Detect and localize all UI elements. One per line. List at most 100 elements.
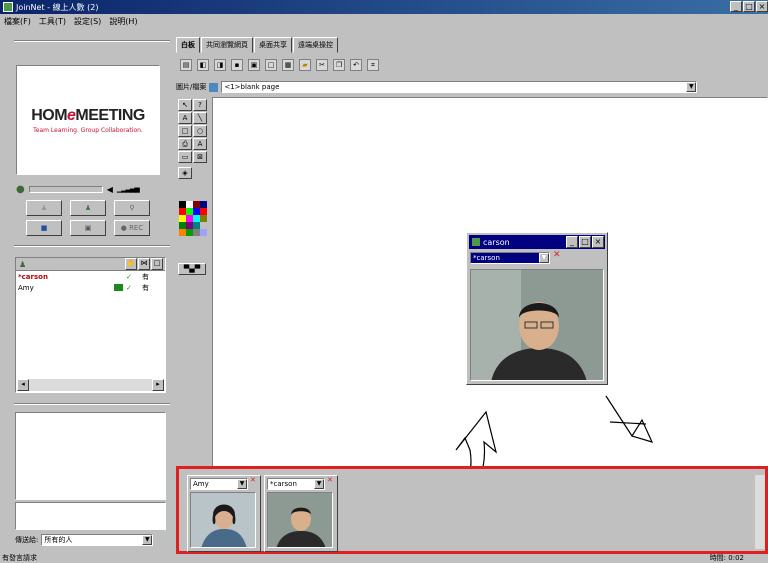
blank-page-icon[interactable]: □ (265, 59, 277, 71)
color-swatch[interactable] (179, 208, 186, 215)
scroll-left-icon[interactable]: ◂ (17, 379, 29, 391)
close-video-icon[interactable]: ✕ (250, 476, 256, 484)
color-swatch[interactable] (186, 215, 193, 222)
user-control-button[interactable]: ♟ (26, 200, 62, 216)
close-video-icon[interactable]: ✕ (553, 250, 561, 260)
eraser-tool-icon[interactable]: ▭ (178, 151, 192, 163)
activity-meter-icon (114, 284, 123, 291)
user-list-scrollbar[interactable]: ◂ ▸ (17, 379, 164, 391)
menu-file[interactable]: 檔案(F) (4, 16, 31, 27)
color-swatch[interactable] (186, 201, 193, 208)
import-icon[interactable]: ▣ (248, 59, 260, 71)
chevron-down-icon[interactable]: ▼ (237, 479, 247, 489)
color-swatch[interactable] (193, 201, 200, 208)
color-swatch[interactable] (193, 229, 200, 236)
color-swatch[interactable] (193, 208, 200, 215)
color-swatch[interactable] (200, 215, 207, 222)
chevron-down-icon[interactable]: ▼ (539, 253, 549, 263)
close-button[interactable]: × (756, 1, 768, 12)
mic-volume-slider[interactable] (28, 185, 103, 193)
save-icon[interactable]: ▪ (231, 59, 243, 71)
color-swatch[interactable] (200, 229, 207, 236)
menu-settings[interactable]: 設定(S) (74, 16, 101, 27)
status-message: 有發言請求 (2, 553, 37, 562)
user-column-icon: ♟ (19, 259, 27, 269)
new-page-icon[interactable]: ▤ (180, 59, 192, 71)
left-panel-divider (14, 403, 170, 405)
send-to-row: 傳送給: 所有的人 ▼ (15, 534, 166, 546)
fill-tool-icon[interactable]: ◈ (178, 167, 192, 179)
camera-button[interactable]: ▣ (70, 220, 106, 236)
text-tool-icon[interactable]: A (178, 112, 192, 124)
highlight-tool-icon[interactable]: A (193, 138, 207, 150)
record-button[interactable]: ● REC (114, 220, 150, 236)
color-swatch[interactable] (179, 222, 186, 229)
menu-help[interactable]: 說明(H) (109, 16, 137, 27)
color-swatch[interactable] (186, 208, 193, 215)
next-page-icon[interactable]: ◨ (214, 59, 226, 71)
tab-remote-control[interactable]: 遠端桌操控 (293, 37, 338, 53)
minimize-button[interactable]: _ (566, 236, 578, 248)
ellipse-tool-icon[interactable]: ○ (193, 125, 207, 137)
video-thumbnail[interactable]: Amy ▼ ✕ (187, 475, 261, 552)
search-user-button[interactable]: ⚲ (114, 200, 150, 216)
page-select[interactable]: <1>blank page ▼ (221, 81, 698, 93)
tab-desktop-share[interactable]: 桌面共享 (254, 37, 292, 53)
user-row[interactable]: *carson ✓ 有 (16, 271, 165, 282)
logo-tagline: Team Learning. Group Collaboration. (33, 126, 143, 134)
undo-icon[interactable]: ↶ (350, 59, 362, 71)
help-icon[interactable]: ? (193, 99, 207, 111)
close-button[interactable]: × (592, 236, 604, 248)
select-area-icon[interactable]: ⊠ (193, 151, 207, 163)
chevron-down-icon[interactable]: ▼ (142, 535, 153, 545)
share-button[interactable]: ■ (26, 220, 62, 236)
chevron-down-icon[interactable]: ▼ (314, 479, 324, 489)
send-to-select[interactable]: 所有的人 ▼ (41, 534, 154, 546)
rectangle-tool-icon[interactable]: □ (178, 125, 192, 137)
menu-tools[interactable]: 工具(T) (39, 16, 66, 27)
video-window[interactable]: carson _ □ × *carson ▼ ✕ (466, 232, 608, 385)
logo-brand: HOMeMEETING (31, 106, 145, 124)
thumbnail-user-select[interactable]: *carson ▼ (267, 478, 325, 490)
pointer-icon[interactable]: ↖ (178, 99, 192, 111)
color-swatch[interactable] (193, 222, 200, 229)
video-user-select[interactable]: *carson ▼ (470, 252, 550, 264)
chat-history[interactable] (15, 412, 166, 500)
color-swatch[interactable] (179, 215, 186, 222)
cut-icon[interactable]: ✂ (316, 59, 328, 71)
maximize-button[interactable]: □ (579, 236, 591, 248)
maximize-button[interactable]: □ (743, 1, 755, 12)
color-swatch[interactable] (179, 201, 186, 208)
status-bar: 有發言請求 時間: 0:02 (0, 553, 768, 562)
color-swatch[interactable] (200, 201, 207, 208)
chevron-down-icon[interactable]: ▼ (686, 82, 697, 92)
grid-icon[interactable]: ⌗ (367, 59, 379, 71)
color-swatch[interactable] (186, 229, 193, 236)
scroll-right-icon[interactable]: ▸ (152, 379, 164, 391)
video-window-titlebar[interactable]: carson _ □ × (469, 235, 605, 249)
speaker-control-button[interactable]: ♟ (70, 200, 106, 216)
stamp-tool-icon[interactable]: ⎙ (178, 138, 192, 150)
color-swatch[interactable] (200, 222, 207, 229)
minimize-button[interactable]: _ (730, 1, 742, 12)
chat-input[interactable] (15, 502, 166, 530)
line-tool-icon[interactable]: ╲ (193, 112, 207, 124)
user-row[interactable]: Amy ✓ 有 (16, 282, 165, 293)
folder-icon[interactable]: ▰ (299, 59, 311, 71)
tab-cobrowse[interactable]: 共同瀏覽網頁 (201, 37, 253, 53)
video-thumbnail[interactable]: *carson ▼ ✕ (264, 475, 338, 552)
dock-scrollbar[interactable] (755, 475, 765, 549)
color-swatch[interactable] (186, 222, 193, 229)
copy-icon[interactable]: ❐ (333, 59, 345, 71)
prev-page-icon[interactable]: ◧ (197, 59, 209, 71)
thumbnail-user-select[interactable]: Amy ▼ (190, 478, 248, 490)
slides-icon[interactable]: ▦ (282, 59, 294, 71)
line-width-icon[interactable]: ▀▄▀ (178, 263, 206, 275)
close-video-icon[interactable]: ✕ (327, 476, 333, 484)
color-swatch[interactable] (193, 215, 200, 222)
share-icon: ■ (40, 224, 48, 232)
color-swatch[interactable] (200, 208, 207, 215)
window-title: JoinNet - 線上人數 (2) (16, 2, 99, 12)
color-swatch[interactable] (179, 229, 186, 236)
tab-whiteboard[interactable]: 白板 (176, 37, 200, 53)
